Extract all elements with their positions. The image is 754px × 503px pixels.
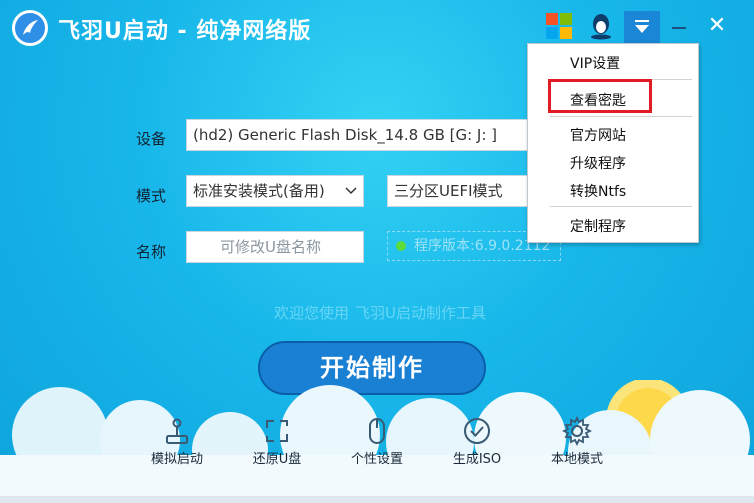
local-mode-label: 本地模式 [550, 452, 603, 467]
name-placeholder: 可修改U盘名称 [220, 238, 321, 256]
joystick-icon [166, 418, 188, 444]
app-window: 飞羽U启动 - 纯净网络版 ✕ 设备 (hd2) Generic Flash D… [0, 0, 754, 503]
partition-select[interactable]: 三分区UEFI模式 [387, 175, 528, 207]
close-icon[interactable]: ✕ [704, 12, 730, 40]
app-title: 飞羽U启动 - 纯净网络版 [58, 19, 312, 44]
bottom-strip [0, 496, 754, 503]
restore-usb-label: 还原U盘 [252, 452, 302, 467]
status-dot-icon [396, 241, 406, 251]
menu-separator [550, 116, 692, 117]
app-logo [12, 10, 48, 46]
personal-settings-button[interactable]: 个性设置 [337, 416, 417, 467]
partition-value: 三分区UEFI模式 [394, 182, 503, 200]
windows-logo-icon[interactable] [546, 13, 572, 39]
gear-icon [562, 416, 592, 446]
welcome-product: 飞羽U启动制作工具 [355, 304, 486, 322]
dropdown-menu-icon [635, 20, 649, 33]
highlight-box [548, 79, 652, 113]
mode-label: 模式 [136, 187, 167, 205]
generate-iso-button[interactable]: 生成ISO [437, 416, 517, 467]
menu-item-official-site[interactable]: 官方网站 [570, 125, 626, 145]
mode-select[interactable]: 标准安装模式(备用) [186, 175, 364, 207]
dropdown-menu-button[interactable] [624, 11, 660, 43]
check-circle-icon [464, 418, 490, 444]
device-field[interactable]: (hd2) Generic Flash Disk_14.8 GB [G: J: … [186, 119, 528, 151]
menu-separator [550, 206, 692, 207]
restore-usb-button[interactable]: 还原U盘 [237, 416, 317, 467]
qq-penguin-icon[interactable] [588, 12, 614, 40]
menu-item-upgrade[interactable]: 升级程序 [570, 153, 626, 173]
device-value: (hd2) Generic Flash Disk_14.8 GB [G: J: … [193, 126, 498, 144]
personal-settings-label: 个性设置 [350, 452, 403, 467]
local-mode-button[interactable]: 本地模式 [537, 416, 617, 467]
menu-item-custom-program[interactable]: 定制程序 [570, 216, 626, 236]
chevron-down-icon [345, 187, 357, 195]
simulate-boot-button[interactable]: 模拟启动 [137, 416, 217, 467]
mouse-icon [369, 418, 385, 444]
name-label: 名称 [136, 243, 167, 261]
welcome-text: 欢迎您使用 飞羽U启动制作工具 [0, 302, 754, 323]
name-input[interactable]: 可修改U盘名称 [186, 231, 364, 263]
device-label: 设备 [136, 130, 167, 148]
mode-value: 标准安装模式(备用) [193, 182, 325, 200]
dropdown-menu: VIP设置 查看密匙 官方网站 升级程序 转换Ntfs 定制程序 [527, 43, 699, 243]
menu-item-vip-settings[interactable]: VIP设置 [570, 53, 620, 73]
restore-icon [266, 420, 288, 442]
menu-item-convert-ntfs[interactable]: 转换Ntfs [570, 181, 626, 201]
welcome-prefix: 欢迎您使用 [274, 304, 350, 322]
simulate-boot-label: 模拟启动 [150, 452, 203, 467]
minimize-icon[interactable] [666, 14, 692, 40]
generate-iso-label: 生成ISO [452, 452, 502, 467]
